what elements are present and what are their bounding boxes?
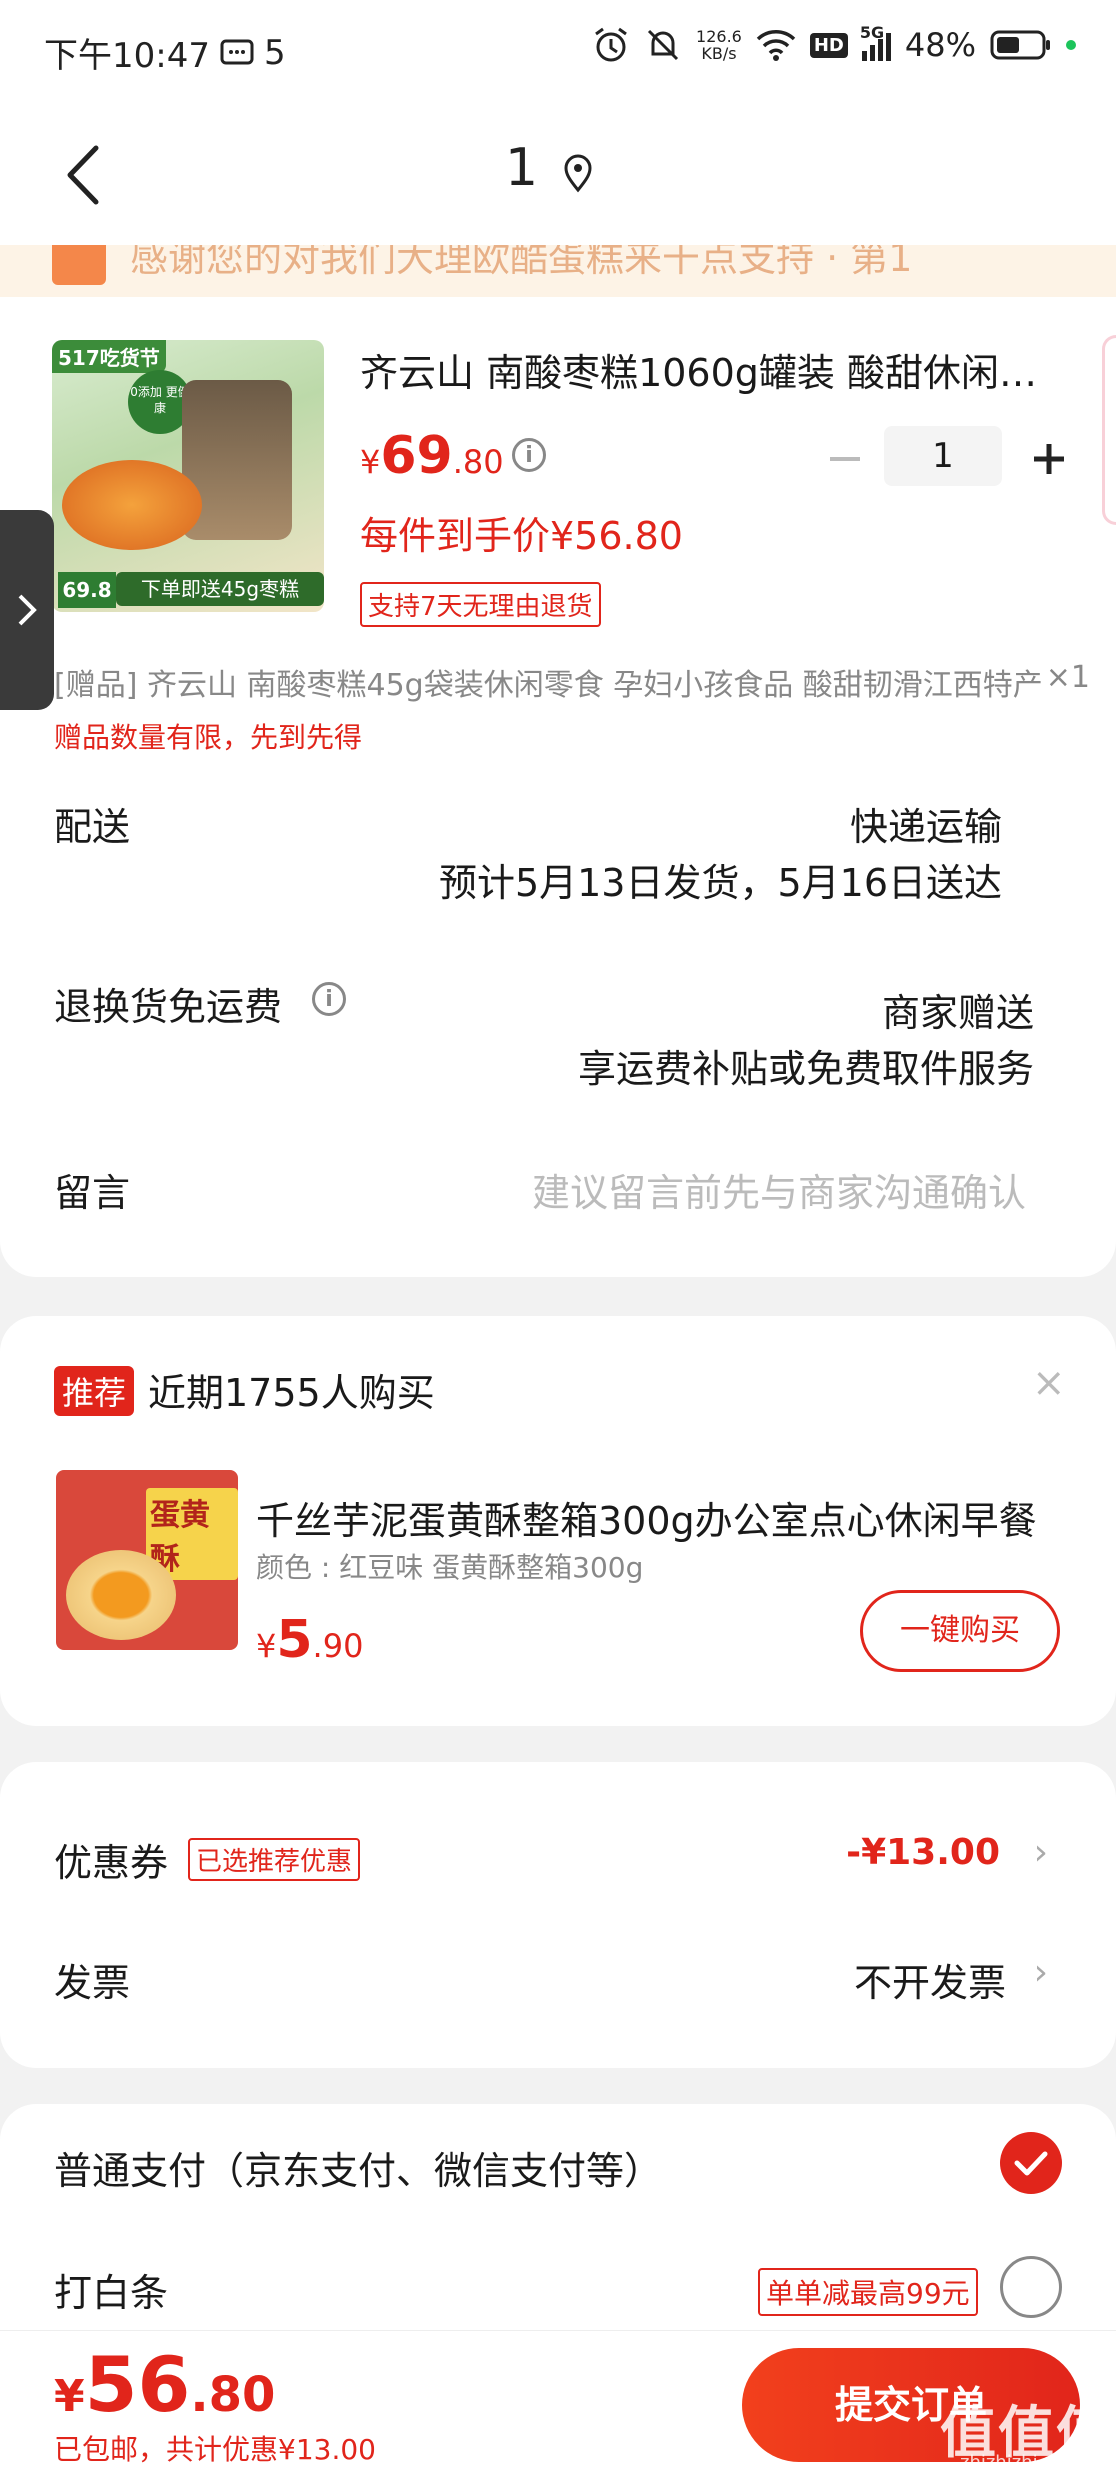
status-left: 下午10:47 5 (44, 28, 286, 77)
checkmark-icon[interactable] (1000, 2132, 1062, 2194)
recommend-image[interactable]: 蛋黄酥 (56, 1470, 238, 1650)
mute-bell-icon (647, 29, 679, 61)
notification-count: 5 (263, 32, 286, 73)
promo-banner[interactable]: 感谢您的对我们大理欧酷蛋糕来干点支持 · 第1 (0, 245, 1116, 297)
delivery-label: 配送 (54, 805, 131, 849)
minus-icon[interactable] (820, 434, 870, 484)
invoice-label: 发票 (54, 1961, 131, 2005)
recommend-badge: 推荐 (54, 1366, 135, 1416)
battery-percent: 48% (904, 26, 976, 64)
return-badge: 支持7天无理由退货 (360, 582, 601, 627)
back-arrow-icon[interactable] (58, 140, 108, 210)
invoice-value[interactable]: 不开发票 (854, 1952, 1006, 2007)
side-edge (1102, 335, 1116, 525)
baitiao-label[interactable]: 打白条 (54, 2262, 168, 2317)
active-dot (1066, 40, 1076, 50)
delivery-eta: 预计5月13日发货，5月16日送达 (438, 861, 1002, 905)
return-shipping-value2: 享运费补贴或免费取件服务 (577, 1047, 1034, 1091)
net-speed: 126.6 KB/s (696, 27, 742, 63)
recommend-item-name[interactable]: 千丝芋泥蛋黄酥整箱300g办公室点心休闲早餐 (256, 1490, 1056, 1545)
gift-text[interactable]: [赠品] 齐云山 南酸枣糕45g袋装休闲零食 孕妇小孩食品 酸甜韧滑江西特产 (54, 660, 1054, 704)
status-time: 下午10:47 (44, 36, 210, 76)
product-title[interactable]: 齐云山 南酸枣糕1060g罐装 酸甜休闲零食 (360, 342, 1050, 397)
gift-icon (52, 245, 106, 285)
nav-bar (0, 100, 1116, 245)
pastry-image (66, 1550, 176, 1640)
radio-icon[interactable] (1000, 2256, 1062, 2318)
quantity-input[interactable]: 1 (884, 426, 1002, 486)
recommend-title: 近期1755人购买 (148, 1371, 435, 1415)
total-subtext: 已包邮，共计优惠¥13.00 (54, 2433, 376, 2466)
return-shipping-value1: 商家赠送 (881, 991, 1034, 1035)
delivery-method[interactable]: 快递运输 (850, 796, 1002, 851)
coupon-value[interactable]: -¥13.00 (846, 1832, 1000, 1873)
close-icon[interactable]: × (1032, 1360, 1066, 1406)
recommend-item-spec: 颜色 : 红豆味 蛋黄酥整箱300g (256, 1551, 644, 1584)
total-price: ¥56.80 (54, 2340, 276, 2429)
alarm-icon (595, 27, 627, 62)
signal-icon: 5G (860, 23, 891, 61)
normal-pay-label[interactable]: 普通支付（京东支付、微信支付等） (54, 2140, 662, 2195)
banner-text: 感谢您的对我们大理欧酷蛋糕来干点支持 · 第1 (130, 245, 913, 280)
coupon-badge: 已选推荐优惠 (188, 1838, 361, 1881)
chevron-right-icon (18, 594, 37, 626)
watermark-url: zhizhizhi.com (960, 2452, 1082, 2473)
product-image[interactable]: 517吃货节 0添加 更健康 下单即送45g枣糕 69.8 (52, 340, 324, 612)
wifi-icon (756, 30, 796, 61)
baitiao-badge: 单单减最高99元 (758, 2268, 978, 2316)
gift-qty: ×1 (1045, 660, 1090, 695)
chevron-right-icon[interactable]: › (1034, 1832, 1048, 1873)
price-info-icon[interactable]: i (512, 438, 546, 472)
product-img-tag: 517吃货节 (52, 340, 166, 373)
gift-warning: 赠品数量有限，先到先得 (54, 721, 363, 754)
product-img-promo: 下单即送45g枣糕 (116, 572, 324, 606)
side-drawer-tab[interactable] (0, 510, 54, 710)
coupon-card (0, 1762, 1116, 2068)
one-click-buy-button[interactable]: 一键购买 (860, 1590, 1060, 1672)
message-icon (220, 39, 254, 64)
return-shipping-label: 退换货免运费 (54, 985, 283, 1029)
product-price: ¥69.80 (360, 426, 504, 486)
recommend-price: ¥5.90 (256, 1610, 364, 1670)
location-pin-icon[interactable] (560, 153, 596, 193)
message-label: 留言 (54, 1171, 131, 1215)
product-img-price: 69.8 (58, 572, 116, 608)
status-right: 126.6 KB/s HD 5G 48% (592, 23, 1076, 64)
chevron-right-icon[interactable]: › (1034, 1952, 1048, 1993)
each-price: 每件到手价¥56.80 (360, 514, 683, 558)
plus-icon[interactable] (1024, 434, 1074, 484)
product-cake (62, 460, 202, 550)
address-title[interactable]: 1 (505, 138, 538, 198)
hd-icon: HD (809, 32, 848, 58)
return-info-icon[interactable]: i (312, 982, 346, 1016)
message-input[interactable]: 建议留言前先与商家沟通确认 (532, 1162, 1026, 1217)
battery-icon (990, 30, 1050, 60)
coupon-label: 优惠券 (54, 1841, 169, 1885)
